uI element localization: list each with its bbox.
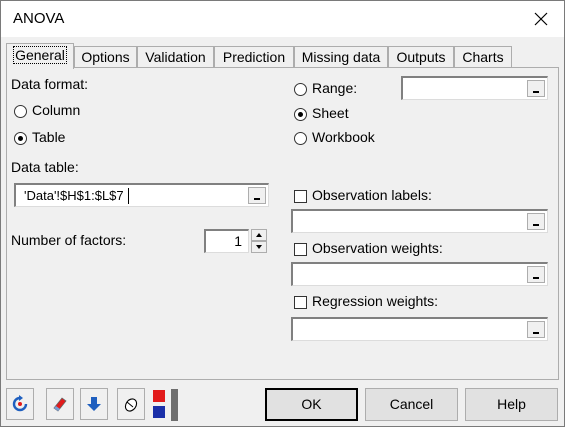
tab-outputs[interactable]: Outputs bbox=[388, 46, 454, 68]
data-table-label: Data table: bbox=[11, 159, 79, 175]
observation-weights-select-button[interactable] bbox=[527, 266, 545, 283]
mouse-selection-button[interactable] bbox=[117, 388, 145, 420]
window-title: ANOVA bbox=[13, 10, 65, 27]
text-caret bbox=[128, 188, 129, 204]
regression-weights-select-button[interactable] bbox=[527, 321, 545, 338]
eraser-icon bbox=[53, 397, 67, 412]
observation-labels-label: Observation labels: bbox=[312, 187, 432, 203]
general-panel: Data format: Column Table Data table: 'D… bbox=[6, 67, 559, 380]
data-format-label: Data format: bbox=[11, 76, 89, 92]
tab-validation[interactable]: Validation bbox=[137, 46, 214, 68]
observation-weights-label: Observation weights: bbox=[312, 240, 443, 256]
data-table-select-button[interactable] bbox=[248, 187, 266, 204]
data-table-value: 'Data'!$H$1:$L$7 bbox=[24, 188, 124, 203]
clear-button[interactable] bbox=[46, 388, 74, 420]
number-of-factors-label: Number of factors: bbox=[11, 232, 127, 248]
title-bar: ANOVA bbox=[1, 1, 564, 37]
close-icon bbox=[534, 12, 548, 26]
column-radio[interactable] bbox=[14, 105, 27, 118]
reset-button[interactable] bbox=[6, 388, 34, 420]
sheet-radio-label: Sheet bbox=[312, 105, 349, 121]
observation-labels-field[interactable] bbox=[291, 209, 548, 233]
regression-weights-label: Regression weights: bbox=[312, 293, 439, 309]
table-radio-label: Table bbox=[32, 129, 66, 145]
range-select-button[interactable] bbox=[527, 80, 545, 97]
tab-prediction[interactable]: Prediction bbox=[214, 46, 294, 68]
column-radio-label: Column bbox=[32, 102, 81, 118]
range-field[interactable] bbox=[401, 76, 548, 100]
tab-charts[interactable]: Charts bbox=[454, 46, 512, 68]
ok-button[interactable]: OK bbox=[265, 388, 358, 421]
observation-weights-field[interactable] bbox=[291, 262, 548, 286]
down-arrow-icon bbox=[87, 397, 101, 411]
observation-labels-checkbox[interactable] bbox=[294, 190, 307, 203]
color-squares-icon[interactable] bbox=[152, 390, 166, 420]
bottom-toolbar: OK Cancel Help bbox=[1, 385, 564, 427]
data-table-field[interactable]: 'Data'!$H$1:$L$7 bbox=[14, 183, 269, 207]
tab-options[interactable]: Options bbox=[74, 46, 137, 68]
range-radio[interactable] bbox=[294, 83, 307, 96]
tab-general[interactable]: General bbox=[6, 43, 74, 69]
close-button[interactable] bbox=[518, 1, 564, 37]
help-button[interactable]: Help bbox=[465, 388, 558, 421]
blue-square-icon bbox=[153, 406, 165, 418]
workbook-radio[interactable] bbox=[294, 132, 307, 145]
factors-decrement-button[interactable] bbox=[251, 241, 267, 253]
anova-dialog: ANOVA General Options Validation Predict… bbox=[0, 0, 565, 427]
regression-weights-checkbox[interactable] bbox=[294, 296, 307, 309]
cancel-button[interactable]: Cancel bbox=[365, 388, 458, 421]
sheet-radio[interactable] bbox=[294, 108, 307, 121]
factors-increment-button[interactable] bbox=[251, 229, 267, 241]
toolbar-separator bbox=[171, 389, 178, 421]
tab-missing-data[interactable]: Missing data bbox=[294, 46, 388, 68]
mouse-icon bbox=[124, 398, 138, 412]
observation-weights-checkbox[interactable] bbox=[294, 243, 307, 256]
number-of-factors-input[interactable]: 1 bbox=[204, 229, 249, 253]
observation-labels-select-button[interactable] bbox=[527, 213, 545, 230]
workbook-radio-label: Workbook bbox=[312, 129, 375, 145]
reset-icon bbox=[12, 395, 28, 412]
regression-weights-field[interactable] bbox=[291, 317, 548, 341]
range-radio-label: Range: bbox=[312, 80, 358, 96]
red-square-icon bbox=[153, 390, 165, 402]
down-button[interactable] bbox=[80, 388, 108, 420]
table-radio[interactable] bbox=[14, 132, 27, 145]
